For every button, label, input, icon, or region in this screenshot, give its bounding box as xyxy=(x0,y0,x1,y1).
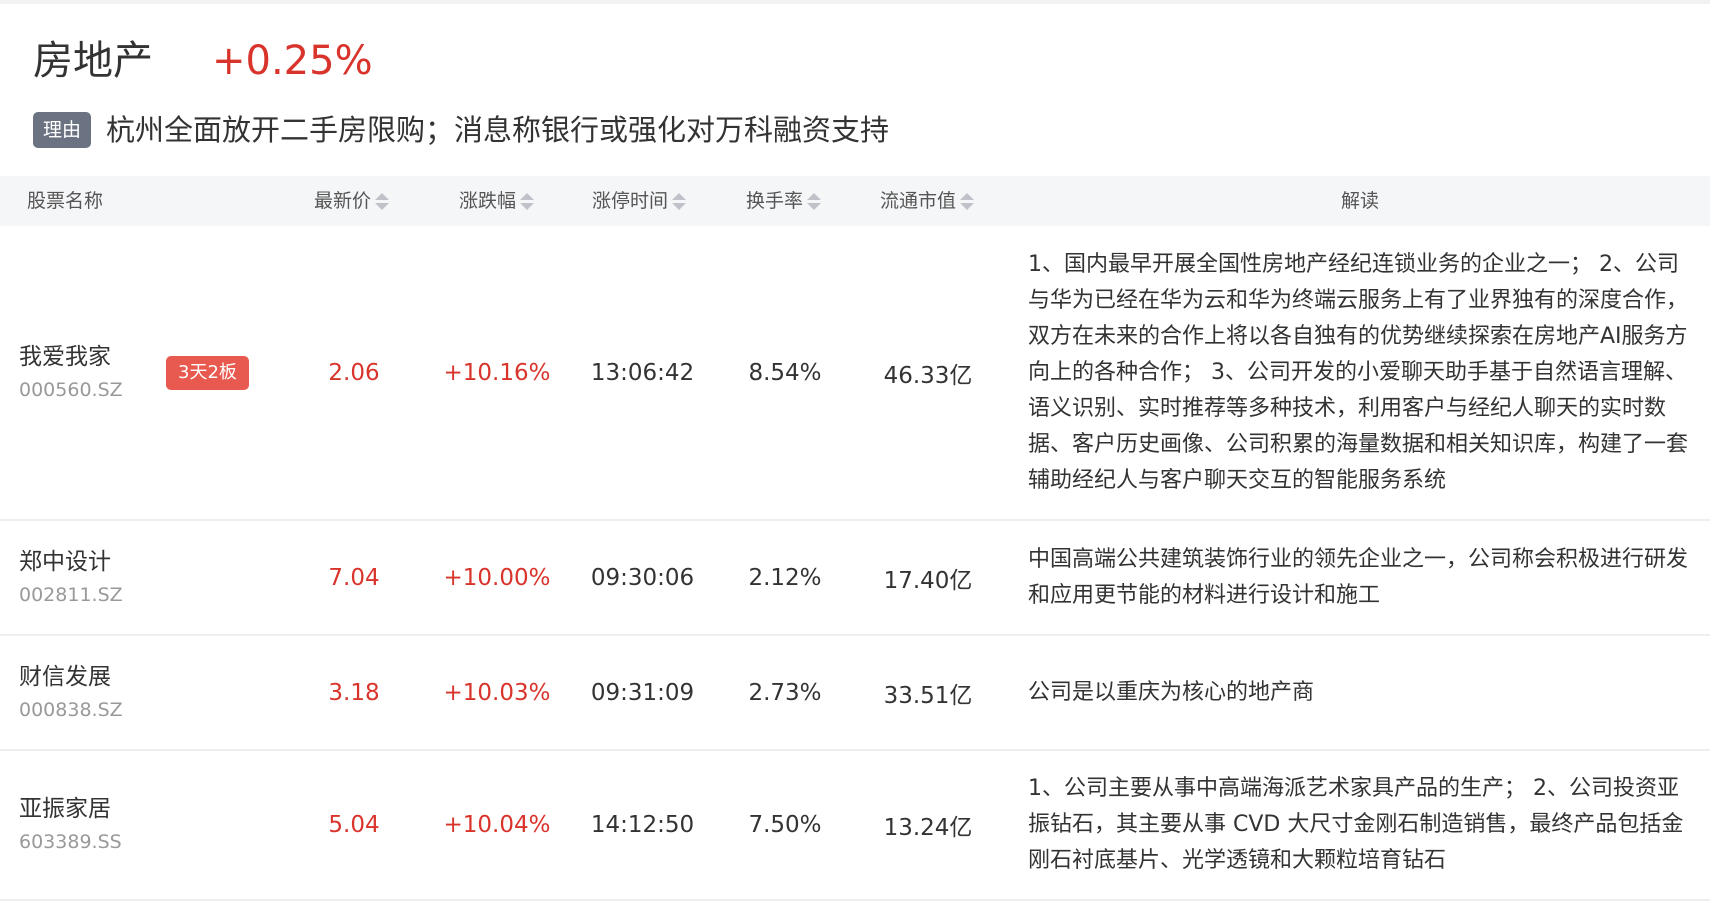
stock-name-cell: 郑中设计 002811.SZ xyxy=(19,521,123,634)
reason-text: 杭州全面放开二手房限购；消息称银行或强化对万科融资支持 xyxy=(106,113,890,147)
header-market-cap-label: 流通市值 xyxy=(880,190,957,212)
market-cap: 46.33亿 xyxy=(883,362,973,389)
limit-up-badge: 3天2板 xyxy=(166,355,249,390)
analysis-cell: 1、国内最早开展全国性房地产经纪连锁业务的企业之一； 2、公司与华为已经在华为云… xyxy=(1028,226,1694,519)
sector-header: 房地产 +0.25% 理由 杭州全面放开二手房限购；消息称银行或强化对万科融资支… xyxy=(0,0,1710,175)
latest-price: 2.06 xyxy=(328,359,380,386)
analysis-text: 1、公司主要从事中高端海派艺术家具产品的生产； 2、公司投资亚振钻石，其主要从事… xyxy=(1028,776,1684,873)
sort-icon[interactable] xyxy=(960,176,975,226)
header-name: 股票名称 xyxy=(27,176,103,226)
table-header: 股票名称 最新价 涨跌幅 涨停时间 换手率 流通市值 解读 xyxy=(0,176,1710,226)
sort-icon[interactable] xyxy=(807,176,822,226)
turnover-rate: 7.50% xyxy=(748,812,822,838)
table-row[interactable]: 亚振家居 603389.SS 5.04 +10.04% 14:12:50 7.5… xyxy=(0,751,1710,901)
header-analysis-label: 解读 xyxy=(1341,190,1380,212)
sort-icon[interactable] xyxy=(520,176,535,226)
analysis-text: 公司是以重庆为核心的地产商 xyxy=(1028,679,1315,705)
header-price[interactable]: 最新价 xyxy=(314,176,390,226)
limit-badge-cell: 3天2板 xyxy=(166,226,249,519)
sector-title: 房地产 xyxy=(33,38,153,84)
header-change[interactable]: 涨跌幅 xyxy=(459,176,535,226)
stock-name[interactable]: 我爱我家 xyxy=(19,340,111,374)
turnover-rate: 2.12% xyxy=(748,564,822,591)
sort-icon[interactable] xyxy=(375,176,390,226)
change-percent: +10.03% xyxy=(443,679,551,706)
reason-tag: 理由 xyxy=(33,112,92,148)
market-cap: 33.51亿 xyxy=(883,682,973,709)
change-percent: +10.16% xyxy=(443,359,551,386)
table-row[interactable]: 财信发展 000838.SZ 3.18 +10.03% 09:31:09 2.7… xyxy=(0,636,1710,751)
stock-name-cell: 财信发展 000838.SZ xyxy=(19,636,123,749)
limit-up-time: 14:12:50 xyxy=(590,812,695,838)
stock-code: 603389.SS xyxy=(19,831,122,853)
latest-price: 5.04 xyxy=(328,812,380,838)
stock-table: 股票名称 最新价 涨跌幅 涨停时间 换手率 流通市值 解读 我爱我家 00056… xyxy=(0,176,1710,901)
header-limit-time-label: 涨停时间 xyxy=(592,190,669,212)
header-analysis: 解读 xyxy=(1341,176,1379,226)
header-price-label: 最新价 xyxy=(314,190,372,212)
analysis-text: 中国高端公共建筑装饰行业的领先企业之一，公司称会积极进行研发和应用更节能的材料进… xyxy=(1028,546,1689,608)
change-percent: +10.04% xyxy=(443,812,551,838)
change-percent: +10.00% xyxy=(443,564,551,591)
sort-icon[interactable] xyxy=(672,176,687,226)
stock-name[interactable]: 郑中设计 xyxy=(19,545,111,579)
stock-name[interactable]: 亚振家居 xyxy=(19,792,111,826)
stock-name-cell: 亚振家居 603389.SS xyxy=(19,751,122,899)
market-cap: 13.24亿 xyxy=(883,815,973,841)
header-name-label: 股票名称 xyxy=(27,190,104,212)
limit-up-time: 09:31:09 xyxy=(590,679,695,706)
stock-code: 002811.SZ xyxy=(19,583,123,606)
header-turnover-label: 换手率 xyxy=(746,190,804,212)
turnover-rate: 2.73% xyxy=(748,679,822,706)
market-cap: 17.40亿 xyxy=(883,567,973,594)
stock-code: 000560.SZ xyxy=(19,378,123,401)
analysis-cell: 公司是以重庆为核心的地产商 xyxy=(1028,636,1694,749)
analysis-cell: 1、公司主要从事中高端海派艺术家具产品的生产； 2、公司投资亚振钻石，其主要从事… xyxy=(1028,751,1694,899)
table-row[interactable]: 我爱我家 000560.SZ 3天2板 2.06 +10.16% 13:06:4… xyxy=(0,226,1710,521)
header-limit-time[interactable]: 涨停时间 xyxy=(592,176,687,226)
stock-code: 000838.SZ xyxy=(19,698,123,721)
turnover-rate: 8.54% xyxy=(748,359,822,386)
table-row[interactable]: 郑中设计 002811.SZ 7.04 +10.00% 09:30:06 2.1… xyxy=(0,521,1710,636)
header-market-cap[interactable]: 流通市值 xyxy=(880,176,975,226)
limit-up-time: 09:30:06 xyxy=(590,564,695,591)
header-turnover[interactable]: 换手率 xyxy=(746,176,822,226)
latest-price: 3.18 xyxy=(328,679,380,706)
stock-name[interactable]: 财信发展 xyxy=(19,660,111,694)
header-change-label: 涨跌幅 xyxy=(459,190,517,212)
analysis-cell: 中国高端公共建筑装饰行业的领先企业之一，公司称会积极进行研发和应用更节能的材料进… xyxy=(1028,521,1694,634)
limit-up-time: 13:06:42 xyxy=(590,359,695,386)
reason-row: 理由 杭州全面放开二手房限购；消息称银行或强化对万科融资支持 xyxy=(33,110,889,150)
sector-change: +0.25% xyxy=(212,38,373,84)
analysis-text: 1、国内最早开展全国性房地产经纪连锁业务的企业之一； 2、公司与华为已经在华为云… xyxy=(1028,251,1689,493)
latest-price: 7.04 xyxy=(328,564,380,591)
stock-name-cell: 我爱我家 000560.SZ xyxy=(19,226,123,519)
